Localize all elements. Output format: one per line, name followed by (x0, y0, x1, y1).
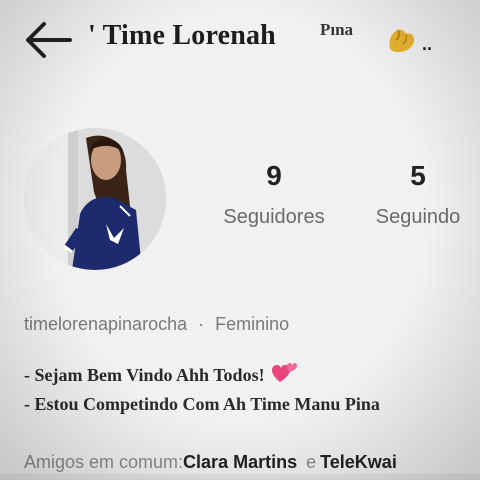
mutual-label: Amigos em comum: (24, 452, 184, 472)
followers-stat[interactable]: 9 Seguidores (216, 160, 332, 229)
profile-header: ' Time Lorenah Pına .. (0, 0, 480, 80)
followers-count: 9 (266, 160, 282, 191)
mutual-friend-2[interactable]: TeleKwai (320, 452, 397, 472)
flexed-bicep-icon (389, 29, 415, 52)
bio-line-2: - Estou Competindo Com Ah Time Manu Pina (24, 394, 380, 414)
profile-info-line: timelorenapinarocha · Feminino (24, 314, 289, 335)
following-label: Seguindo (375, 206, 461, 228)
mutual-friends[interactable]: Amigos em comum:Clara Martins e TeleKwai (24, 452, 397, 473)
title-suffix: Pına (320, 20, 354, 39)
following-count: 5 (410, 160, 426, 191)
followers-label: Seguidores (223, 206, 325, 228)
gender: Feminino (215, 314, 290, 334)
mutual-friend-1[interactable]: Clara Martins (183, 452, 297, 472)
bio-line-1: - Sejam Bem Vindo Ahh Todos! (24, 362, 298, 386)
tab-bar-edge (0, 474, 480, 480)
title-trailing-dots: .. (422, 34, 433, 54)
arrow-left-icon[interactable] (22, 20, 74, 60)
info-separator: · (198, 314, 205, 334)
two-hearts-icon (272, 363, 298, 382)
profile-avatar[interactable] (24, 128, 166, 270)
avatar-photo (24, 128, 166, 270)
following-stat[interactable]: 5 Seguindo (366, 160, 470, 229)
mutual-conjunction: e (306, 452, 317, 472)
bio-text-1: - Sejam Bem Vindo Ahh Todos! (24, 365, 265, 385)
profile-title: ' Time Lorenah (88, 20, 276, 51)
username: timelorenapinarocha (24, 314, 188, 334)
